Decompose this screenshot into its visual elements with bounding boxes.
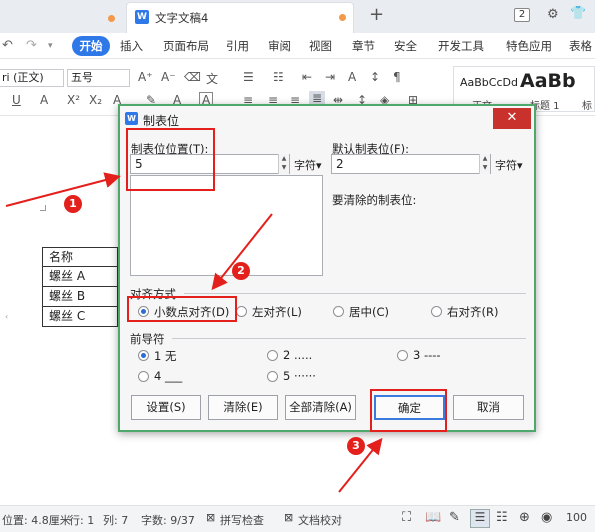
annotation-badge-2: 2: [232, 262, 250, 280]
annotation-badge-3: 3: [347, 437, 365, 455]
arrow-1: [5, 172, 121, 207]
annotation-arrows: [5, 172, 383, 493]
annotation-badge-1: 1: [64, 195, 82, 213]
